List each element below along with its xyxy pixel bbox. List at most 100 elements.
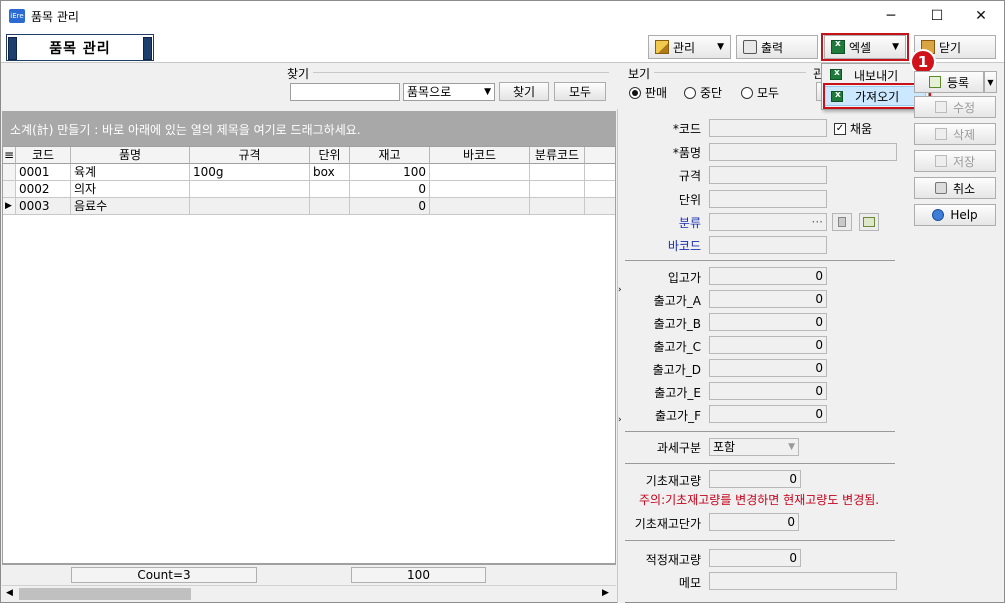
group-by-bar[interactable]: 소계(計) 만들기 : 바로 아래에 있는 열의 제목을 여기로 드래그하세요. bbox=[2, 111, 616, 146]
price-field-in[interactable]: 0 bbox=[709, 267, 827, 285]
find-input[interactable] bbox=[290, 83, 400, 101]
printer-icon bbox=[743, 40, 757, 54]
price-label-f: 출고가_F bbox=[654, 409, 701, 423]
cancel-button[interactable]: 취소 bbox=[914, 177, 996, 199]
register-button[interactable]: 등록 bbox=[914, 71, 984, 93]
find-all-button[interactable]: 모두 bbox=[554, 82, 606, 101]
view-radio-sale[interactable]: 판매 bbox=[629, 84, 667, 101]
price-field-c[interactable]: 0 bbox=[709, 336, 827, 354]
column-header-stock[interactable]: 재고 bbox=[350, 147, 430, 164]
cell-category[interactable] bbox=[530, 164, 585, 181]
price-label-d: 출고가_D bbox=[652, 363, 701, 377]
spec-field[interactable] bbox=[709, 166, 827, 184]
view-radio-all[interactable]: 모두 bbox=[741, 84, 779, 101]
price-field-b[interactable]: 0 bbox=[709, 313, 827, 331]
trash-icon bbox=[838, 217, 846, 227]
price-field-a[interactable]: 0 bbox=[709, 290, 827, 308]
memo-field[interactable] bbox=[709, 572, 897, 590]
window-title: 품목 관리 bbox=[31, 10, 79, 24]
find-button[interactable]: 찾기 bbox=[499, 82, 549, 101]
view-option-label: 모두 bbox=[757, 86, 780, 100]
edit-label: 수정 bbox=[952, 100, 976, 115]
close-window-icon[interactable]: ✕ bbox=[958, 1, 1004, 31]
proper-stock-label: 적정재고량 bbox=[645, 553, 701, 567]
column-header-category[interactable]: 분류코드 bbox=[530, 147, 585, 164]
cell-spec[interactable] bbox=[190, 181, 310, 198]
category-label: 분류 bbox=[678, 216, 701, 230]
price-field-d[interactable]: 0 bbox=[709, 359, 827, 377]
scroll-left-icon[interactable]: ◀ bbox=[6, 588, 13, 598]
print-button[interactable]: 출력 bbox=[736, 35, 818, 59]
save-label: 저장 bbox=[952, 154, 976, 169]
find-by-select[interactable]: 품목으로 ▼ bbox=[403, 83, 495, 101]
view-radio-stopped[interactable]: 중단 bbox=[684, 84, 722, 101]
row-selector[interactable] bbox=[3, 181, 16, 198]
tax-value: 포함 bbox=[713, 440, 736, 454]
cell-category[interactable] bbox=[530, 181, 585, 198]
price-field-f[interactable]: 0 bbox=[709, 405, 827, 423]
cell-code[interactable]: 0002 bbox=[16, 181, 71, 198]
cell-stock[interactable]: 0 bbox=[350, 198, 430, 215]
register-dropdown[interactable]: ▼ bbox=[984, 71, 997, 93]
delete-button[interactable]: 삭제 bbox=[914, 123, 996, 145]
category-add-button[interactable] bbox=[859, 213, 879, 231]
ellipsis-icon[interactable]: ··· bbox=[812, 214, 823, 230]
column-header-unit[interactable]: 단위 bbox=[310, 147, 350, 164]
cell-name[interactable]: 육계 bbox=[71, 164, 190, 181]
proper-stock-field[interactable]: 0 bbox=[709, 549, 801, 567]
column-header-name[interactable]: 품명 bbox=[71, 147, 190, 164]
form-title: 품목 관리 bbox=[6, 34, 154, 61]
cell-category[interactable] bbox=[530, 198, 585, 215]
cell-unit[interactable]: box bbox=[310, 164, 350, 181]
cell-name[interactable]: 의자 bbox=[71, 181, 190, 198]
save-button[interactable]: 저장 bbox=[914, 150, 996, 172]
splitter-arrow-icon[interactable]: › bbox=[618, 415, 622, 425]
code-field[interactable] bbox=[709, 119, 827, 137]
radio-icon bbox=[684, 86, 696, 99]
cell-spec[interactable]: 100g bbox=[190, 164, 310, 181]
divider bbox=[625, 463, 895, 464]
current-row-icon[interactable]: ▶ bbox=[3, 198, 16, 215]
unit-field[interactable] bbox=[709, 190, 827, 208]
chevron-down-icon: ▼ bbox=[987, 77, 994, 87]
splitter-arrow-icon[interactable]: › bbox=[618, 285, 622, 295]
price-field-e[interactable]: 0 bbox=[709, 382, 827, 400]
column-header-code[interactable]: 코드 bbox=[16, 147, 71, 164]
cell-name[interactable]: 음료수 bbox=[71, 198, 190, 215]
minimize-icon[interactable]: ─ bbox=[868, 1, 914, 31]
category-clear-button[interactable] bbox=[832, 213, 852, 231]
scroll-thumb[interactable] bbox=[19, 588, 191, 600]
cell-stock[interactable]: 0 bbox=[350, 181, 430, 198]
cell-code[interactable]: 0001 bbox=[16, 164, 71, 181]
help-button[interactable]: Help bbox=[914, 204, 996, 226]
cell-barcode[interactable] bbox=[430, 164, 530, 181]
base-cost-field[interactable]: 0 bbox=[709, 513, 799, 531]
category-field[interactable]: ··· bbox=[709, 213, 827, 231]
scroll-right-icon[interactable]: ▶ bbox=[602, 588, 609, 598]
cell-spec[interactable] bbox=[190, 198, 310, 215]
maximize-icon[interactable]: ☐ bbox=[914, 1, 960, 31]
cell-stock[interactable]: 100 bbox=[350, 164, 430, 181]
name-field[interactable] bbox=[709, 143, 897, 161]
chevron-down-icon: ▼ bbox=[484, 87, 491, 97]
name-label: *품명 bbox=[672, 146, 701, 160]
edit-button[interactable]: 수정 bbox=[914, 96, 996, 118]
row-selector-header[interactable]: ≡ bbox=[3, 147, 16, 164]
cell-filler bbox=[585, 164, 615, 181]
cell-barcode[interactable] bbox=[430, 181, 530, 198]
cell-unit[interactable] bbox=[310, 198, 350, 215]
cell-code[interactable]: 0003 bbox=[16, 198, 71, 215]
column-header-spec[interactable]: 규격 bbox=[190, 147, 310, 164]
tax-select[interactable]: 포함 ▼ bbox=[709, 438, 799, 456]
cell-barcode[interactable] bbox=[430, 198, 530, 215]
barcode-field[interactable] bbox=[709, 236, 827, 254]
column-header-barcode[interactable]: 바코드 bbox=[430, 147, 530, 164]
footer-stock-sum: 100 bbox=[351, 567, 486, 583]
horizontal-scrollbar[interactable]: ◀ ▶ bbox=[2, 585, 616, 602]
base-stock-field[interactable]: 0 bbox=[709, 470, 801, 488]
print-label: 출력 bbox=[761, 40, 784, 55]
cell-unit[interactable] bbox=[310, 181, 350, 198]
use-checkbox[interactable]: ✓ 채움 bbox=[834, 120, 872, 137]
manage-button[interactable]: 관리 ▼ bbox=[648, 35, 731, 59]
row-selector[interactable] bbox=[3, 164, 16, 181]
